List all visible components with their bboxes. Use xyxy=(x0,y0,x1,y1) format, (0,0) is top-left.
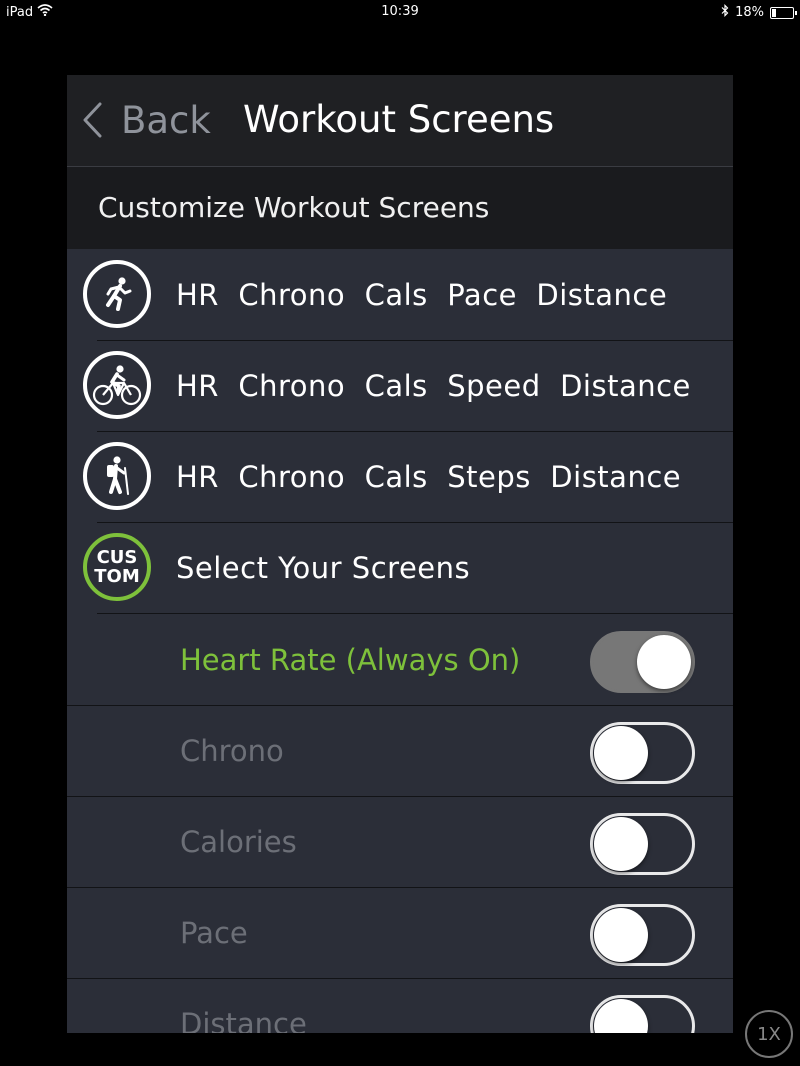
preset-row-running[interactable]: HR Chrono Cals Pace Distance xyxy=(67,250,733,341)
preset-label: HR Chrono Cals Pace Distance xyxy=(176,278,668,312)
chrono-toggle[interactable] xyxy=(590,722,695,784)
toggle-row-heart-rate: Heart Rate (Always On) xyxy=(67,615,733,706)
chevron-left-icon xyxy=(83,102,102,138)
pace-toggle[interactable] xyxy=(590,904,695,966)
battery-icon xyxy=(770,6,797,19)
preset-row-hiking[interactable]: HR Chrono Cals Steps Distance xyxy=(67,432,733,523)
battery-level-fill xyxy=(772,8,776,17)
toggle-label: Heart Rate (Always On) xyxy=(180,643,521,677)
status-bar: iPad 10:39 18% xyxy=(0,0,800,24)
running-icon xyxy=(83,260,151,328)
section-header-label: Customize Workout Screens xyxy=(98,191,490,224)
preset-row-cycling[interactable]: HR Chrono Cals Speed Distance xyxy=(67,341,733,432)
custom-icon-line2: TOM xyxy=(94,566,140,587)
toggle-label: Distance xyxy=(180,1007,307,1033)
custom-icon-line1: CUS xyxy=(96,547,138,568)
heart-rate-toggle[interactable] xyxy=(590,631,695,693)
toggle-label: Pace xyxy=(180,916,248,950)
custom-label: Select Your Screens xyxy=(176,551,471,585)
toggle-row-pace: Pace xyxy=(67,888,733,979)
toggle-label: Chrono xyxy=(180,734,284,768)
status-time: 10:39 xyxy=(381,4,419,19)
custom-screens-row[interactable]: CUS TOM Select Your Screens xyxy=(67,523,733,614)
back-label: Back xyxy=(121,98,211,142)
custom-icon: CUS TOM xyxy=(83,533,151,601)
distance-toggle[interactable] xyxy=(590,995,695,1033)
toggle-label: Calories xyxy=(180,825,297,859)
toggle-row-distance: Distance xyxy=(67,979,733,1033)
battery-percent: 18% xyxy=(735,5,764,20)
hiking-icon xyxy=(83,442,151,510)
toggle-row-chrono: Chrono xyxy=(67,706,733,797)
toggle-row-calories: Calories xyxy=(67,797,733,888)
preset-label: HR Chrono Cals Steps Distance xyxy=(176,460,682,494)
zoom-button[interactable]: 1X xyxy=(745,1010,793,1058)
back-button[interactable]: Back xyxy=(81,97,211,143)
page-title: Workout Screens xyxy=(243,98,555,141)
cycling-icon xyxy=(83,351,151,419)
calories-toggle[interactable] xyxy=(590,813,695,875)
bluetooth-icon xyxy=(721,4,729,21)
section-header: Customize Workout Screens xyxy=(67,167,733,249)
navigation-bar: Back Workout Screens xyxy=(67,75,733,167)
workout-screens-panel: Back Workout Screens Customize Workout S… xyxy=(67,75,733,1033)
preset-label: HR Chrono Cals Speed Distance xyxy=(176,369,691,403)
